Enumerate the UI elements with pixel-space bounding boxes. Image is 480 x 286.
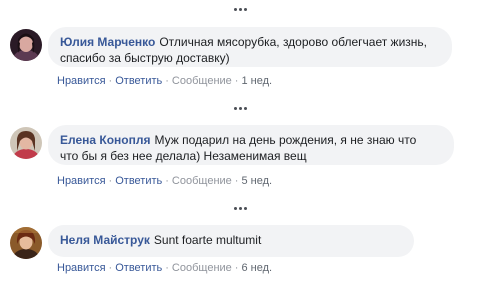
comment-author[interactable]: Елена Конопля xyxy=(60,133,151,147)
avatar-photo xyxy=(10,227,42,259)
reply-button[interactable]: Ответить xyxy=(115,175,162,187)
comment-author[interactable]: Юлия Марченко xyxy=(60,35,155,49)
comment-timestamp[interactable]: 1 нед. xyxy=(241,75,272,87)
comment-text-continued: что бы я без нее делала) Незаменимая вещ xyxy=(60,149,307,163)
avatar[interactable] xyxy=(10,29,42,61)
like-button[interactable]: Нравится xyxy=(57,175,106,187)
avatar[interactable] xyxy=(10,127,42,159)
avatar-photo xyxy=(10,127,42,159)
reply-button[interactable]: Ответить xyxy=(115,262,162,274)
reply-button[interactable]: Ответить xyxy=(115,75,162,87)
like-button[interactable]: Нравится xyxy=(57,262,106,274)
comment-actions: Нравится · Ответить · Сообщение · 5 нед. xyxy=(57,174,272,188)
comment-text: Sunt foarte multumit xyxy=(153,233,262,247)
comment-actions: Нравится · Ответить · Сообщение · 1 нед. xyxy=(57,74,272,88)
comment-author[interactable]: Неля Майструк xyxy=(60,233,150,247)
comment-bubble: Елена Конопля Муж подарил на день рождени… xyxy=(48,125,454,165)
comment-text: Муж подарил на день рождения, я не знаю … xyxy=(154,133,417,147)
separator: · xyxy=(234,262,239,274)
avatar[interactable] xyxy=(10,227,42,259)
like-button[interactable]: Нравится xyxy=(57,75,106,87)
comment-text-continued: спасибо за быструю доставку) xyxy=(60,51,230,65)
more-options-icon[interactable] xyxy=(0,107,480,117)
message-button[interactable]: Сообщение xyxy=(172,262,232,274)
message-button[interactable]: Сообщение xyxy=(172,175,232,187)
more-options-icon[interactable] xyxy=(0,207,480,217)
more-options-icon[interactable] xyxy=(0,8,480,18)
comment-text: Отличная мясорубка, здорово облегчает жи… xyxy=(159,35,427,49)
separator: · xyxy=(108,262,113,274)
comment-bubble: Неля Майструк Sunt foarte multumit xyxy=(48,225,414,257)
comment-timestamp[interactable]: 5 нед. xyxy=(241,175,272,187)
separator: · xyxy=(108,175,113,187)
separator: · xyxy=(165,175,169,187)
separator: · xyxy=(165,75,169,87)
separator: · xyxy=(234,175,239,187)
avatar-photo xyxy=(10,29,42,61)
comment-timestamp[interactable]: 6 нед. xyxy=(241,262,272,274)
message-button[interactable]: Сообщение xyxy=(172,75,232,87)
comment-bubble: Юлия Марченко Отличная мясорубка, здорово… xyxy=(48,27,452,67)
separator: · xyxy=(234,75,239,87)
separator: · xyxy=(108,75,113,87)
comment-actions: Нравится · Ответить · Сообщение · 6 нед. xyxy=(57,261,272,275)
separator: · xyxy=(165,262,169,274)
